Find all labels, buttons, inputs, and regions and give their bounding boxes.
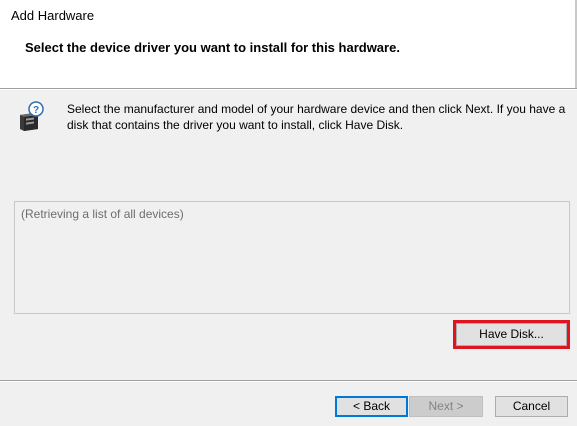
device-list-placeholder: (Retrieving a list of all devices)	[21, 207, 184, 221]
svg-text:?: ?	[33, 105, 39, 116]
instructions-text: Select the manufacturer and model of you…	[67, 102, 566, 132]
next-button[interactable]: Next >	[409, 396, 483, 417]
have-disk-button[interactable]: Have Disk...	[453, 320, 570, 349]
back-button[interactable]: < Back	[335, 396, 408, 417]
page-subtitle: Select the device driver you want to ins…	[25, 40, 400, 55]
header-divider-highlight	[0, 89, 577, 90]
cancel-button[interactable]: Cancel	[495, 396, 568, 417]
hardware-device-with-question-icon: ?	[16, 101, 46, 133]
dialog-header: Add Hardware Select the device driver yo…	[0, 0, 577, 88]
footer-divider-highlight	[0, 381, 577, 382]
add-hardware-dialog: Add Hardware Select the device driver yo…	[0, 0, 577, 426]
device-list[interactable]: (Retrieving a list of all devices)	[14, 201, 570, 314]
window-title: Add Hardware	[11, 8, 95, 23]
